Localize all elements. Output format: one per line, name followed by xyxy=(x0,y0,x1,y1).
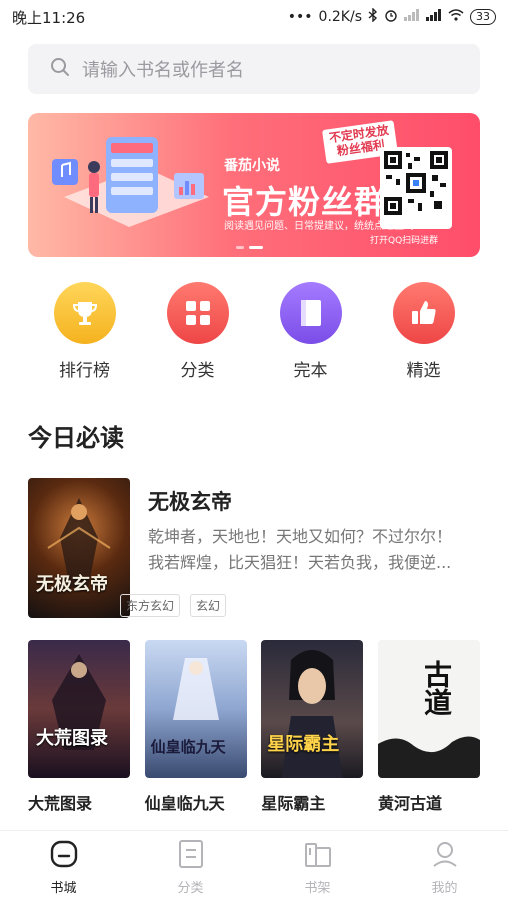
carousel-dot xyxy=(236,246,244,249)
bookshelf-icon xyxy=(303,839,333,873)
book-cover[interactable]: 无极玄帝 xyxy=(28,478,130,618)
cover-title: 古道 xyxy=(419,660,453,716)
shortcut-label: 分类 xyxy=(180,361,215,381)
bottom-tab-bar: 书城 分类 书架 我的 xyxy=(0,830,508,903)
trophy-icon xyxy=(53,282,116,344)
tab-bookstore[interactable]: 书城 xyxy=(0,831,127,903)
shortcut-label: 精选 xyxy=(406,361,441,381)
book-title: 星际霸主 xyxy=(261,794,326,813)
featured-book[interactable]: 无极玄帝 无极玄帝 乾坤者，天地也！天地又如何？不过尔尔！ 我若辉煌，比天猖狂！… xyxy=(28,478,480,618)
signal-icon-2 xyxy=(426,9,442,25)
alarm-icon xyxy=(384,8,398,26)
tab-label: 书架 xyxy=(304,880,331,896)
banner-illustration xyxy=(52,137,209,227)
book-cover[interactable]: 星际霸主 xyxy=(261,640,364,778)
category-shortcuts: 排行榜 分类 完本 精选 xyxy=(28,282,480,381)
promo-banner[interactable]: 不定时发放 粉丝福利 番茄小说 官方粉丝群 阅读遇见问题、日常提建议，统统点这里… xyxy=(28,113,480,257)
tag-genre[interactable]: 东方玄幻 xyxy=(120,594,181,617)
network-speed: 0.2K/s xyxy=(318,9,362,25)
cover-title: 无极玄帝 xyxy=(36,574,108,595)
tab-bookshelf[interactable]: 书架 xyxy=(254,831,381,903)
book-title: 大荒图录 xyxy=(28,794,93,813)
shortcut-label: 排行榜 xyxy=(59,361,110,381)
cover-title: 大荒图录 xyxy=(36,728,108,749)
shortcut-featured[interactable]: 精选 xyxy=(367,282,480,381)
book-title: 无极玄帝 xyxy=(148,490,232,514)
cover-title: 仙皇临九天 xyxy=(150,738,226,756)
book-cover[interactable]: 古道 xyxy=(377,640,480,778)
banner-subtitle: 番茄小说 xyxy=(224,158,280,174)
grid-icon xyxy=(166,282,229,344)
shortcut-category[interactable]: 分类 xyxy=(141,282,254,381)
book-icon xyxy=(279,282,342,344)
tab-profile[interactable]: 我的 xyxy=(381,831,508,903)
shortcut-finished[interactable]: 完本 xyxy=(254,282,367,381)
cover-title: 星际霸主 xyxy=(267,734,340,755)
status-indicators: ••• 0.2K/s 33 xyxy=(287,7,496,26)
carousel-dot-active xyxy=(249,246,263,249)
tab-category[interactable]: 分类 xyxy=(127,831,254,903)
wifi-icon xyxy=(448,9,464,25)
tab-label: 书城 xyxy=(50,880,77,896)
category-icon xyxy=(177,839,205,873)
book-cover[interactable]: 大荒图录 xyxy=(28,640,130,778)
signal-icon xyxy=(404,9,420,25)
book-grid: 大荒图录 大荒图录 仙皇临九天 仙皇临九天 星际霸主 星际霸主 古道 黄河古道 xyxy=(28,640,480,814)
book-card[interactable]: 古道 黄河古道 xyxy=(377,640,480,814)
tab-label: 我的 xyxy=(431,880,458,896)
battery-indicator: 33 xyxy=(470,9,496,25)
tag-genre[interactable]: 玄幻 xyxy=(190,594,227,617)
tab-label: 分类 xyxy=(177,880,204,896)
thumbs-up-icon xyxy=(392,282,455,344)
book-card[interactable]: 仙皇临九天 仙皇临九天 xyxy=(144,640,247,814)
profile-icon xyxy=(430,839,460,873)
book-card[interactable]: 大荒图录 大荒图录 xyxy=(28,640,130,814)
book-title: 仙皇临九天 xyxy=(144,794,225,813)
carousel-indicator xyxy=(236,246,263,249)
section-title: 今日必读 xyxy=(28,424,124,452)
qr-caption: 打开QQ扫码进群 xyxy=(370,236,439,246)
status-bar: 晚上11:26 ••• 0.2K/s 33 xyxy=(0,0,508,34)
bluetooth-icon xyxy=(368,7,378,26)
search-placeholder: 请输入书名或作者名 xyxy=(82,60,244,81)
shortcut-label: 完本 xyxy=(293,361,328,381)
book-cover[interactable]: 仙皇临九天 xyxy=(144,640,247,778)
notification-dots: ••• xyxy=(287,9,313,25)
status-time: 晚上11:26 xyxy=(12,8,86,27)
book-card[interactable]: 星际霸主 星际霸主 xyxy=(261,640,364,814)
bookstore-icon xyxy=(49,839,79,873)
search-input[interactable]: 请输入书名或作者名 xyxy=(28,44,480,94)
book-tags: 东方玄幻 玄幻 xyxy=(120,594,227,617)
shortcut-ranking[interactable]: 排行榜 xyxy=(28,282,141,381)
qr-code xyxy=(380,147,452,229)
search-icon xyxy=(50,57,70,81)
book-description: 乾坤者，天地也！天地又如何？不过尔尔！ 我若辉煌，比天猖狂！天若负我，我便逆..… xyxy=(148,527,453,572)
book-title: 黄河古道 xyxy=(377,794,442,813)
